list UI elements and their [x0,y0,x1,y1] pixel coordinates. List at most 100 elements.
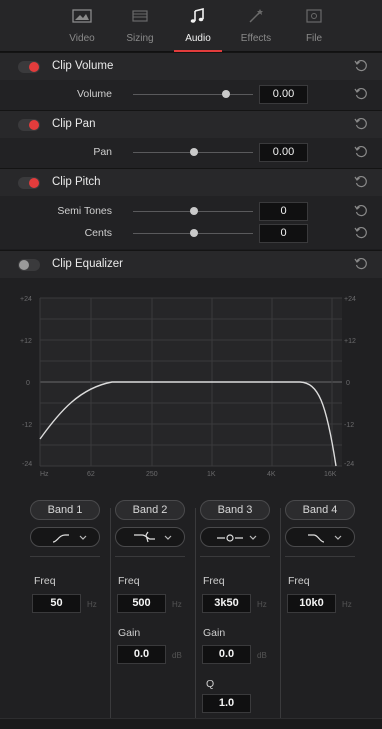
cents-field[interactable]: 0 [259,224,308,243]
volume-slider-track[interactable] [133,94,253,95]
tab-label: File [305,33,323,44]
clip-pan-header[interactable]: Clip Pan [0,110,382,138]
section-title: Clip Equalizer [52,258,123,270]
column-separator [280,508,281,720]
y-tick-right: +24 [344,296,356,303]
clip-pan-toggle[interactable] [18,119,40,131]
unit-label: Hz [257,600,267,609]
band-2-button[interactable]: Band 2 [115,500,185,520]
clip-pitch-toggle[interactable] [18,177,40,189]
semitones-slider-knob[interactable] [190,207,198,215]
eq-curve-graph[interactable]: +24 +12 0 -12 -24 +24 +12 0 -12 -24 Hz 6… [0,283,382,483]
band-2-freq-field[interactable]: 500 [117,594,166,613]
reset-icon[interactable] [354,87,368,101]
tab-audio[interactable]: Audio [168,7,228,52]
tab-sizing[interactable]: Sizing [110,8,170,52]
clip-pitch-body: Semi Tones 0 Cents 0 [0,196,382,249]
volume-row: Volume 0.00 [0,84,382,106]
band-2-gain-field[interactable]: 0.0 [117,645,166,664]
cents-label: Cents [84,227,112,239]
chevron-down-icon [164,535,172,540]
band-3-freq-label: Freq [203,575,225,587]
band-3-gain-field[interactable]: 0.0 [202,645,251,664]
tab-label: Audio [185,33,211,44]
x-tick: 4K [267,471,276,478]
video-icon [52,8,112,30]
x-tick: 1K [207,471,216,478]
inspector-panel: Video Sizing Audio Effects File Clip Vol… [0,0,382,729]
tab-video[interactable]: Video [52,8,112,52]
band-4-shape-dropdown[interactable] [285,527,355,547]
unit-label: Hz [342,600,352,609]
divider [115,556,185,557]
y-tick-right: -12 [344,422,354,429]
tab-effects[interactable]: Effects [226,8,286,52]
band-1-button[interactable]: Band 1 [30,500,100,520]
band-1-freq-label: Freq [34,575,56,587]
chevron-down-icon [79,535,87,540]
column-separator [110,508,111,720]
panel-bottom-edge [0,718,382,729]
band-3-gain-label: Gain [203,627,226,639]
band-1-shape-dropdown[interactable] [30,527,100,547]
band-3-button[interactable]: Band 3 [200,500,270,520]
band-4-button[interactable]: Band 4 [285,500,355,520]
audio-note-icon [168,7,228,30]
divider [30,556,100,557]
file-icon [284,8,344,30]
x-tick: 16K [324,471,337,478]
section-title: Clip Volume [52,60,114,72]
divider [285,556,355,557]
semitones-row: Semi Tones 0 [0,201,382,223]
pan-slider-knob[interactable] [190,148,198,156]
band-2-shape-dropdown[interactable] [115,527,185,547]
semitones-field[interactable]: 0 [259,202,308,221]
pan-label: Pan [93,146,112,158]
clip-equalizer-toggle[interactable] [18,259,40,271]
band-3-freq-field[interactable]: 3k50 [202,594,251,613]
reset-icon[interactable] [354,257,368,271]
reset-icon[interactable] [354,226,368,240]
tab-file[interactable]: File [284,8,344,52]
y-tick-left: +12 [20,338,32,345]
cents-row: Cents 0 [0,223,382,245]
tab-label: Video [69,33,95,44]
reset-icon[interactable] [354,175,368,189]
semitones-label: Semi Tones [57,205,112,217]
clip-volume-toggle[interactable] [18,61,40,73]
volume-field[interactable]: 0.00 [259,85,308,104]
tab-label: Effects [240,33,272,44]
section-title: Clip Pitch [52,176,101,188]
reset-icon[interactable] [354,59,368,73]
low-shelf-icon [52,534,69,543]
section-title: Clip Pan [52,118,96,130]
pan-field[interactable]: 0.00 [259,143,308,162]
clip-pitch-header[interactable]: Clip Pitch [0,168,382,196]
divider [200,556,270,557]
band-3-shape-dropdown[interactable] [200,527,270,547]
y-tick-left: -12 [22,422,32,429]
high-shelf-icon [308,534,325,543]
band-3-q-field[interactable]: 1.0 [202,694,251,713]
band-3-q-label: Q [206,678,215,690]
chevron-down-icon [334,535,342,540]
band-1-freq-field[interactable]: 50 [32,594,81,613]
reset-icon[interactable] [354,145,368,159]
clip-volume-header[interactable]: Clip Volume [0,52,382,80]
band-4-freq-field[interactable]: 10k0 [287,594,336,613]
x-tick: Hz [40,471,49,478]
reset-icon[interactable] [354,204,368,218]
volume-slider-knob[interactable] [222,90,230,98]
unit-label: Hz [87,600,97,609]
y-tick-right: 0 [346,380,350,387]
x-tick: 250 [146,471,158,478]
y-tick-right: +12 [344,338,356,345]
y-tick-left: +24 [20,296,32,303]
effects-wand-icon [226,8,286,30]
reset-icon[interactable] [354,117,368,131]
clip-pan-body: Pan 0.00 [0,138,382,168]
clip-equalizer-header[interactable]: Clip Equalizer [0,250,382,278]
unit-label: dB [172,651,182,660]
cents-slider-knob[interactable] [190,229,198,237]
chevron-down-icon [249,535,257,540]
